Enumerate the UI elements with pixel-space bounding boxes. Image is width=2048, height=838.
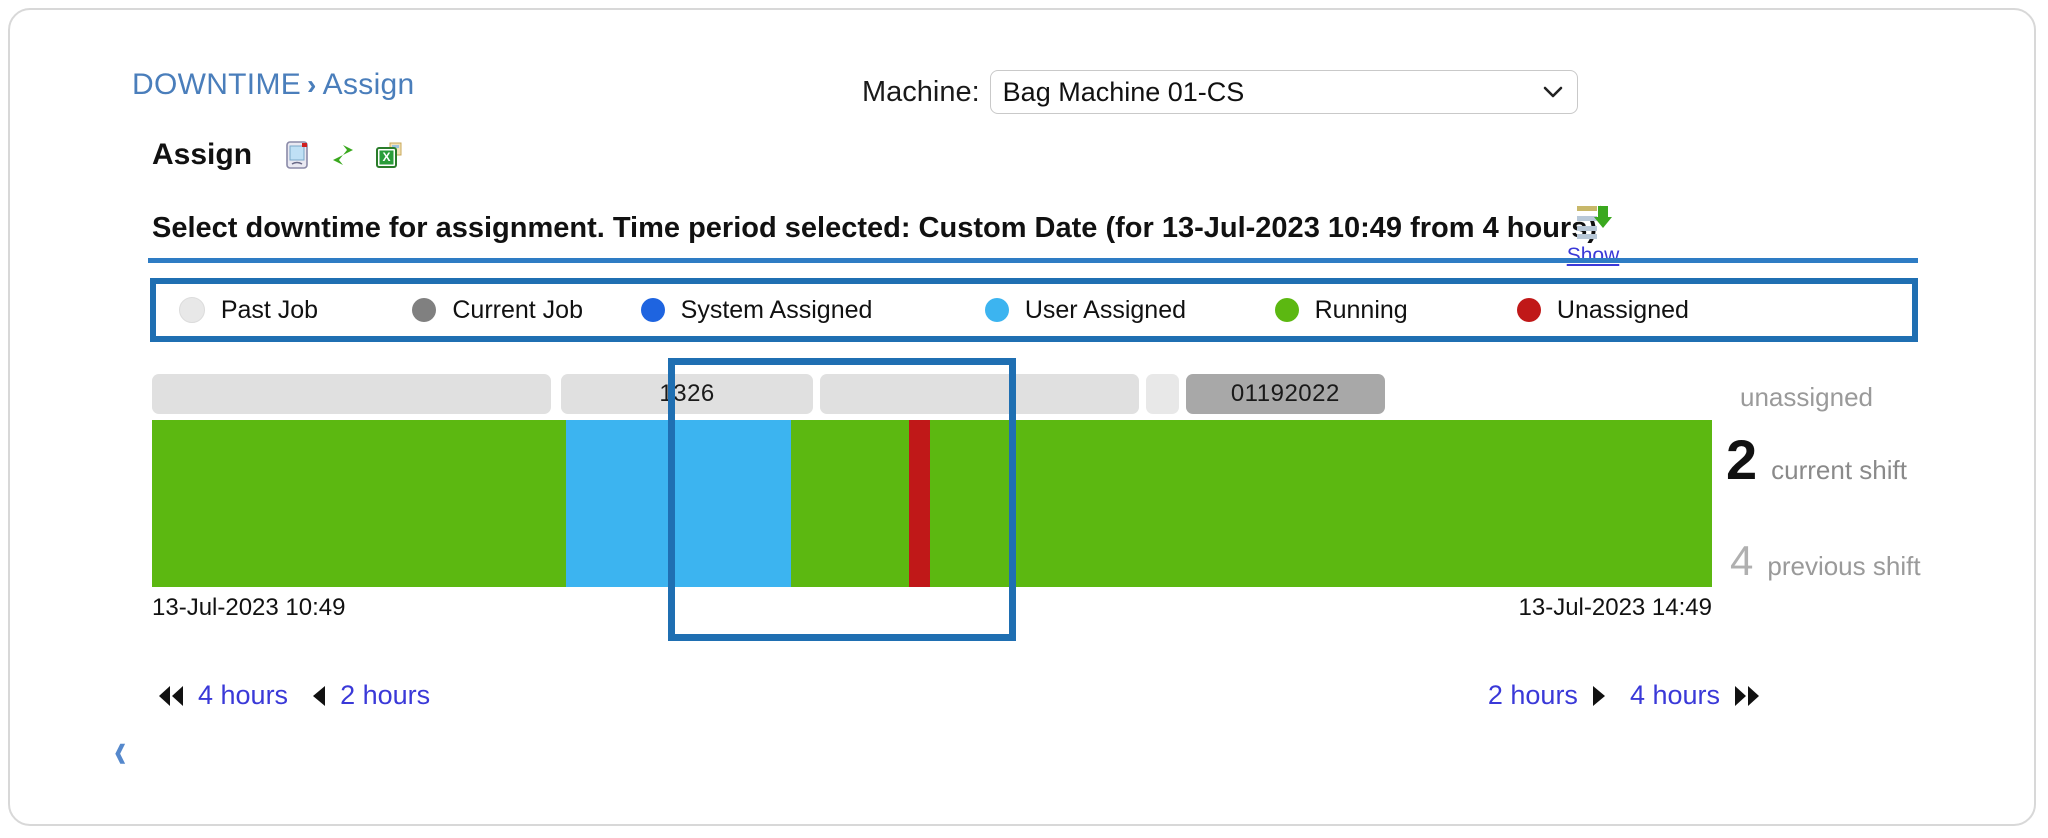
device-screen-icon[interactable] [282, 140, 312, 170]
legend-item: Unassigned [1516, 295, 1689, 325]
timeline-job-segment[interactable]: 01192022 [1185, 374, 1386, 414]
legend-item-label: User Assigned [1024, 295, 1187, 324]
timeline-job-label: 01192022 [1230, 380, 1340, 407]
timeline-end-time: 13-Jul-2023 14:49 [1518, 594, 1712, 621]
timeline-status-segment[interactable] [930, 420, 1712, 587]
timeline-status-bars[interactable] [152, 420, 1712, 587]
previous-shift-count: 4 [1730, 537, 1754, 584]
page-content: DOWNTIME › Assign Machine: Bag Machine 01-… [0, 0, 2048, 838]
timeline-job-segment[interactable] [819, 374, 1140, 414]
cursor-artifact: ❰ [112, 742, 129, 764]
legend-item: Past Job [178, 295, 319, 325]
timeline-status-segment[interactable] [152, 420, 567, 587]
nav-back-2-hours[interactable]: 2 hours [340, 680, 430, 711]
legend-color-dot [1274, 298, 1299, 322]
nav-backward-controls: 4 hours 2 hours [156, 680, 430, 711]
nav-forward-4-hours[interactable]: 4 hours [1630, 680, 1720, 711]
timeline-job-lane[interactable]: 1326 01192022 [152, 374, 1712, 414]
breadcrumb: DOWNTIME › Assign [132, 68, 415, 102]
current-shift-summary: 2 current shift [1726, 432, 1907, 488]
double-left-arrow-icon[interactable] [156, 684, 186, 708]
legend-item: Current Job [412, 296, 583, 325]
timeline-job-segment[interactable] [1145, 374, 1180, 414]
timeline-status-segment[interactable] [909, 420, 931, 587]
timeline-job-label: 1326 [659, 380, 715, 407]
right-arrow-icon[interactable] [1590, 684, 1608, 708]
legend-item-label: Current Job [452, 295, 583, 324]
assign-title: Assign [152, 138, 253, 171]
legend-color-dot [178, 297, 205, 323]
legend-item: User Assigned [984, 295, 1187, 325]
legend-item-label: System Assigned [680, 295, 873, 324]
export-download-icon[interactable] [1574, 202, 1612, 242]
machine-dropdown[interactable]: Bag Machine 01-CS [989, 70, 1578, 114]
machine-selector: Machine: Bag Machine 01-CS [862, 70, 1578, 114]
breadcrumb-separator-icon: › [307, 69, 317, 100]
legend-color-dot [412, 298, 437, 322]
chevron-down-icon [1543, 86, 1562, 98]
current-shift-label: current shift [1771, 455, 1907, 485]
machine-label: Machine: [862, 75, 980, 108]
legend: Past Job Current Job System Assigned User A… [150, 278, 1918, 342]
legend-item: System Assigned [640, 295, 873, 325]
divider [148, 258, 1918, 263]
timeline-status-segment[interactable] [791, 420, 910, 587]
refresh-icon[interactable] [328, 140, 358, 170]
nav-back-4-hours[interactable]: 4 hours [198, 680, 288, 711]
legend-item-label: Past Job [220, 295, 319, 324]
nav-forward-controls: 2 hours 4 hours [1488, 680, 1762, 711]
breadcrumb-root[interactable]: DOWNTIME [132, 68, 301, 101]
previous-shift-label: previous shift [1767, 551, 1921, 581]
current-shift-count: 2 [1726, 428, 1758, 491]
nav-forward-2-hours[interactable]: 2 hours [1488, 680, 1578, 711]
timeline-job-segment[interactable] [152, 374, 552, 414]
legend-color-dot [640, 298, 665, 322]
timeline[interactable]: 1326 01192022 13-Jul-2023 10:49 13-Jul-20… [152, 374, 1712, 621]
excel-export-icon[interactable]: X [374, 140, 404, 170]
timeline-start-time: 13-Jul-2023 10:49 [152, 594, 346, 621]
instruction-text: Select downtime for assignment. Time per… [152, 212, 1598, 244]
left-arrow-icon[interactable] [310, 684, 328, 708]
legend-item-label: Unassigned [1556, 295, 1689, 324]
legend-item-label: Running [1314, 295, 1408, 324]
unassigned-label: unassigned [1740, 382, 1873, 412]
assign-toolbar: Assign X [152, 138, 404, 172]
legend-item: Running [1274, 295, 1408, 325]
breadcrumb-leaf[interactable]: Assign [323, 68, 415, 101]
timeline-job-segment[interactable]: 1326 [560, 374, 814, 414]
svg-text:X: X [383, 150, 391, 164]
previous-shift-summary: 4 previous shift [1730, 540, 1921, 582]
double-right-arrow-icon[interactable] [1732, 684, 1762, 708]
page-root: DOWNTIME › Assign Machine: Bag Machine 01-… [0, 0, 2048, 838]
legend-color-dot [984, 298, 1009, 322]
timeline-axis: 13-Jul-2023 10:49 13-Jul-2023 14:49 [152, 594, 1712, 624]
show-link[interactable]: Show [1548, 244, 1638, 268]
legend-color-dot [1516, 298, 1541, 322]
timeline-status-segment[interactable] [566, 420, 792, 587]
machine-selected-value: Bag Machine 01-CS [1002, 76, 1245, 107]
